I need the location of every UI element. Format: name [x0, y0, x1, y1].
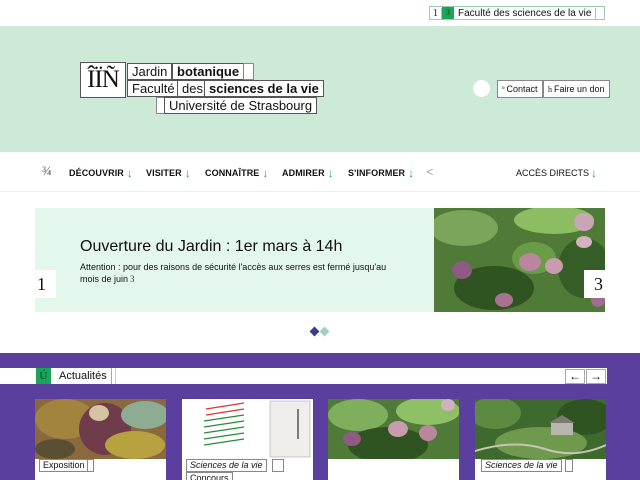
chevron-down-icon: ↓: [262, 166, 269, 180]
news-card-image: [328, 399, 459, 459]
nav-sinformer[interactable]: S'INFORMER ↓: [348, 166, 414, 180]
donate-icon: h: [548, 85, 552, 94]
logo-box: [243, 63, 254, 80]
donate-button[interactable]: h Faire un don: [543, 80, 610, 98]
logo-sciences: sciences de la vie: [204, 80, 324, 97]
slider-prev-button[interactable]: 1: [27, 270, 56, 298]
menu-icon[interactable]: ¾: [42, 163, 52, 179]
contact-button[interactable]: º Contact: [497, 80, 543, 98]
chevron-down-icon: ↓: [327, 166, 334, 180]
news-next-button[interactable]: →: [586, 369, 606, 384]
news-card-image: [182, 399, 313, 459]
nav-decouvrir[interactable]: DÉCOUVRIR ↓: [69, 166, 133, 180]
nav-admirer[interactable]: ADMIRER ↓: [282, 166, 334, 180]
slider-next-button[interactable]: 3: [584, 270, 613, 298]
slide-text: Attention : pour des raisons de sécurité…: [80, 261, 402, 285]
news-card-tag: Sciences de la vie: [481, 459, 562, 472]
slider-dot[interactable]: [319, 326, 330, 337]
nav-visiter-label: VISITER: [146, 168, 182, 178]
chevron-down-icon: ↓: [591, 166, 598, 180]
faculty-link-label: Faculté des sciences de la vie: [454, 7, 597, 19]
chevron-down-icon: ↓: [184, 166, 191, 180]
news-heading: Ú Actualités: [36, 368, 116, 384]
news-card[interactable]: Sciences de la vie Concours: [182, 399, 313, 480]
logo-jardin: Jardin: [127, 63, 173, 80]
nav-decouvrir-label: DÉCOUVRIR: [69, 168, 124, 178]
news-card-tag-end: [87, 459, 94, 472]
faculty-link-icon: 3: [442, 7, 454, 19]
nav-admirer-label: ADMIRER: [282, 168, 325, 178]
news-card-image: [35, 399, 166, 459]
slide-text-body: Attention : pour des raisons de sécurité…: [80, 262, 387, 284]
logo-mark: ÎÏÑ: [80, 62, 126, 98]
news-card-tag-2: Concours: [186, 472, 233, 480]
logo-universite: Université de Strasbourg: [164, 97, 318, 114]
news-heading-end: [112, 368, 116, 384]
nav-acces-label: ACCÈS DIRECTS: [516, 168, 590, 178]
nav-connaitre-label: CONNAÎTRE: [205, 168, 260, 178]
news-prev-button[interactable]: ←: [565, 369, 585, 384]
news-card[interactable]: Exposition: [35, 399, 166, 480]
news-icon: Ú: [36, 368, 51, 384]
slide-title[interactable]: Ouverture du Jardin : 1er mars à 14h: [80, 238, 342, 256]
nav-sinformer-label: S'INFORMER: [348, 168, 406, 178]
nav-visiter[interactable]: VISITER ↓: [146, 166, 191, 180]
logo-faculte: Faculté: [127, 80, 180, 97]
faculty-link-end: [596, 7, 604, 19]
news-card-tag: Sciences de la vie: [186, 459, 267, 472]
news-title: Actualités: [51, 368, 112, 384]
search-button[interactable]: [473, 80, 490, 97]
news-card-tag-end: [272, 459, 284, 472]
slider-dot-active[interactable]: [309, 326, 320, 337]
slide-text-icon: 3: [130, 274, 135, 284]
news-card[interactable]: [328, 399, 459, 480]
news-card-tag-end: [565, 459, 573, 472]
faculty-link[interactable]: 1 3 Faculté des sciences de la vie: [429, 6, 606, 20]
nav-search-icon[interactable]: <: [426, 164, 433, 180]
nav-connaitre[interactable]: CONNAÎTRE ↓: [205, 166, 269, 180]
news-card-tag: Exposition: [39, 459, 89, 472]
slide-image: [434, 208, 605, 312]
chevron-down-icon: ↓: [408, 166, 415, 180]
contact-icon: º: [502, 85, 505, 94]
contact-label: Contact: [506, 84, 538, 94]
slider-dots: [309, 326, 330, 337]
chevron-down-icon: ↓: [126, 166, 134, 180]
faculty-link-number: 1: [430, 7, 442, 19]
nav-acces-directs[interactable]: ACCÈS DIRECTS ↓: [516, 166, 597, 180]
logo-botanique: botanique: [172, 63, 245, 80]
news-card-image: [475, 399, 606, 459]
donate-label: Faire un don: [554, 84, 605, 94]
news-card[interactable]: Sciences de la vie: [475, 399, 606, 480]
